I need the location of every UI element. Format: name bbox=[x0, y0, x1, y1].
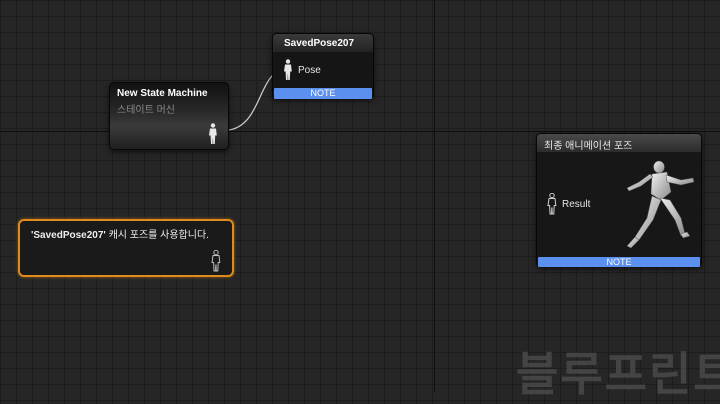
saved-pose-node[interactable]: SavedPose207 Pose NOTE bbox=[272, 33, 374, 99]
pose-output-pin-icon[interactable] bbox=[208, 123, 218, 145]
grid-major-line-horizontal bbox=[0, 131, 720, 132]
result-pin-icon[interactable] bbox=[547, 193, 557, 215]
saved-pose-note-button[interactable]: NOTE bbox=[274, 88, 372, 99]
state-machine-title: New State Machine bbox=[117, 88, 208, 99]
result-pin-label: Result bbox=[562, 199, 591, 210]
pose-figure-icon bbox=[211, 250, 221, 272]
final-pose-note-button[interactable]: NOTE bbox=[538, 257, 700, 267]
state-machine-node[interactable]: New State Machine 스테이트 머신 bbox=[109, 82, 229, 150]
blueprint-watermark: 블루프린트 bbox=[516, 348, 720, 400]
running-mannequin-icon bbox=[626, 160, 695, 249]
comment-node[interactable]: 'SavedPose207' 캐시 포즈를 사용합니다. bbox=[18, 219, 234, 277]
pose-input-pin-icon[interactable] bbox=[283, 59, 293, 81]
comment-text: 'SavedPose207' 캐시 포즈를 사용합니다. bbox=[31, 226, 209, 241]
comment-body-text: 캐시 포즈를 사용합니다. bbox=[105, 230, 209, 241]
final-pose-title: 최종 애니메이션 포즈 bbox=[544, 141, 633, 152]
pose-pin-label: Pose bbox=[298, 65, 321, 76]
grid-major-line-vertical bbox=[434, 0, 435, 392]
final-animation-pose-node[interactable]: 최종 애니메이션 포즈 Result NOTE bbox=[536, 133, 702, 267]
state-machine-subtitle: 스테이트 머신 bbox=[117, 105, 175, 116]
saved-pose-title: SavedPose207 bbox=[284, 38, 355, 49]
comment-bold-text: 'SavedPose207' bbox=[31, 230, 106, 241]
